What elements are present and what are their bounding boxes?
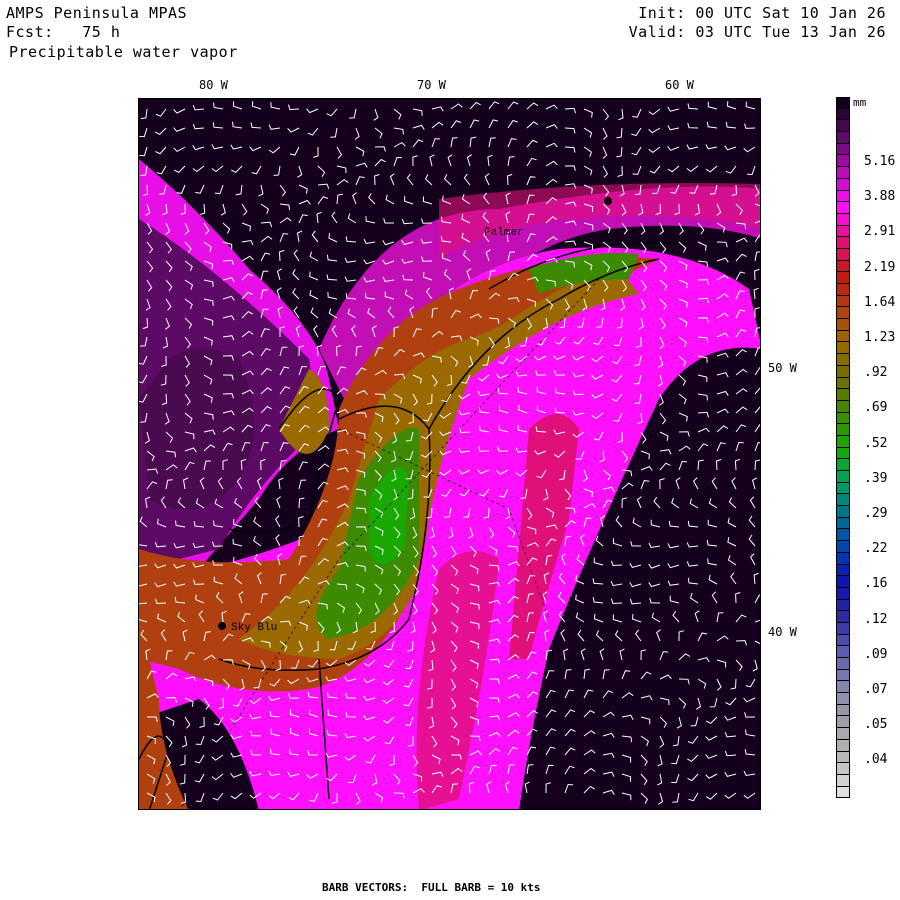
colorbar-label: .09 <box>864 646 888 662</box>
colorbar-label: .12 <box>864 611 888 627</box>
colorbar-label: .69 <box>864 400 888 416</box>
lon-label-70w: 70 W <box>417 78 446 92</box>
colorbar-swatch <box>836 155 850 168</box>
station-dot <box>604 197 612 205</box>
colorbar-swatch <box>836 400 850 413</box>
colorbar-swatch <box>836 739 850 752</box>
colorbar-label: .52 <box>864 435 888 451</box>
colorbar-swatch <box>836 435 850 448</box>
colorbar-swatch <box>836 611 850 623</box>
colorbar-swatch <box>836 506 850 518</box>
colorbar-swatch <box>836 213 850 226</box>
colorbar-swatch <box>836 412 850 425</box>
colorbar-label: .29 <box>864 506 888 521</box>
colorbar-swatch <box>836 143 850 156</box>
barb-legend: BARB VECTORS: FULL BARB = 10 kts <box>322 881 541 894</box>
colorbar-swatch <box>836 529 850 542</box>
lon-label-50w: 50 W <box>768 361 797 375</box>
colorbar-swatch <box>836 704 850 717</box>
colorbar-swatch <box>836 190 850 203</box>
colorbar-unit: mm <box>853 96 867 109</box>
lon-label-60w: 60 W <box>665 78 694 92</box>
colorbar-label: 1.64 <box>864 294 896 310</box>
colorbar-swatch <box>836 365 850 378</box>
colorbar-swatch <box>836 576 850 588</box>
pwv-map: Sky Blu Palmer <box>138 98 761 810</box>
colorbar-swatch <box>836 669 850 682</box>
colorbar-label: 3.88 <box>864 189 896 205</box>
colorbar-swatch <box>836 132 850 144</box>
colorbar-swatch <box>836 260 850 273</box>
colorbar-swatch <box>836 295 850 308</box>
colorbar-swatch <box>836 658 850 670</box>
colorbar-swatch <box>836 681 850 694</box>
colorbar-label: 2.19 <box>864 259 896 275</box>
colorbar-swatch <box>836 728 850 740</box>
colorbar-swatch <box>836 587 850 600</box>
colorbar-swatch <box>836 552 850 565</box>
colorbar-swatch <box>836 786 850 799</box>
colorbar-label: 1.23 <box>864 330 896 345</box>
colorbar-swatch <box>836 330 850 343</box>
colorbar-swatch <box>836 424 850 436</box>
colorbar-swatch <box>836 237 850 249</box>
colorbar-swatch <box>836 120 850 133</box>
field-name: Precipitable water vapor <box>9 43 238 61</box>
colorbar-swatch <box>836 471 850 483</box>
colorbar-label: .16 <box>864 576 888 592</box>
colorbar-swatch <box>836 272 850 284</box>
colorbar-swatch <box>836 377 850 390</box>
colorbar-swatch <box>836 307 850 320</box>
colorbar-swatch <box>836 622 850 635</box>
colorbar-label: .39 <box>864 470 888 486</box>
colorbar-swatch <box>836 646 850 658</box>
valid-time: Valid: 03 UTC Tue 13 Jan 26 <box>628 23 886 41</box>
colorbar-swatch <box>836 599 850 612</box>
colorbar-swatch <box>836 248 850 261</box>
colorbar-swatch <box>836 716 850 729</box>
colorbar-swatch <box>836 494 850 507</box>
colorbar-swatch <box>836 167 850 179</box>
colorbar-swatch <box>836 693 850 705</box>
colorbar-label: .04 <box>864 752 888 768</box>
colorbar-label: .05 <box>864 717 888 733</box>
forecast-hour: Fcst: 75 h <box>6 23 121 41</box>
colorbar-swatch <box>836 342 850 355</box>
colorbar-swatch <box>836 284 850 296</box>
colorbar-swatch <box>836 634 850 647</box>
colorbar-swatch <box>836 319 850 331</box>
colorbar-swatch <box>836 202 850 214</box>
colorbar-swatch <box>836 564 850 577</box>
colorbar-label: .22 <box>864 541 888 557</box>
colorbar-swatch <box>836 459 850 471</box>
colorbar-label: 2.91 <box>864 224 896 240</box>
colorbar-swatch <box>836 97 850 109</box>
colorbar <box>836 97 850 799</box>
colorbar-swatch <box>836 178 850 191</box>
colorbar-swatch <box>836 389 850 401</box>
colorbar-swatch <box>836 751 850 764</box>
colorbar-swatch <box>836 482 850 495</box>
colorbar-swatch <box>836 541 850 553</box>
station-label-sky-blu: Sky Blu <box>231 622 277 634</box>
colorbar-swatch <box>836 774 850 787</box>
colorbar-swatch <box>836 517 850 530</box>
colorbar-label: 5.16 <box>864 154 896 169</box>
colorbar-swatch <box>836 108 850 121</box>
lon-label-40w: 40 W <box>768 625 797 639</box>
model-title: AMPS Peninsula MPAS <box>6 4 188 22</box>
colorbar-label: .07 <box>864 682 888 697</box>
init-time: Init: 00 UTC Sat 10 Jan 26 <box>638 4 886 22</box>
station-dot-sky-blu <box>218 622 226 630</box>
colorbar-label: .92 <box>864 365 888 381</box>
lon-label-80w: 80 W <box>199 78 228 92</box>
colorbar-swatch <box>836 763 850 775</box>
colorbar-swatch <box>836 447 850 460</box>
colorbar-swatch <box>836 354 850 366</box>
colorbar-swatch <box>836 225 850 238</box>
station-label-palmer: Palmer <box>484 227 524 239</box>
